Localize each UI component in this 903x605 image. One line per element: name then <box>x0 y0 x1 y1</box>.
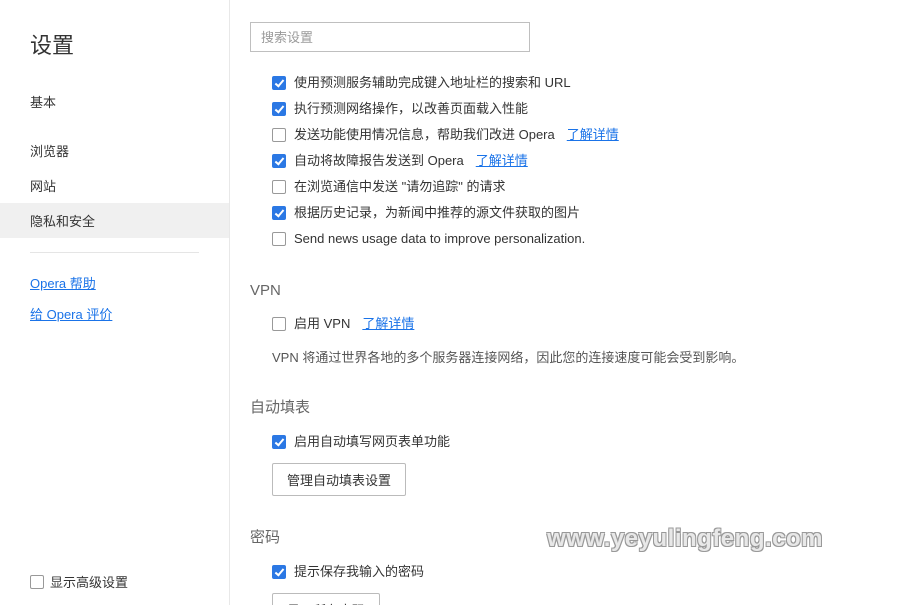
vpn-section: VPN 启用 VPN 了解详情 VPN 将通过世界各地的多个服务器连接网络，因此… <box>250 278 883 366</box>
sidebar: 设置 基本 浏览器 网站 隐私和安全 Opera 帮助 给 Opera 评价 显… <box>0 0 230 605</box>
search-input[interactable] <box>250 22 530 52</box>
nav-sites[interactable]: 网站 <box>0 168 229 203</box>
privacy-check-2[interactable]: 执行预测网络操作，以改善页面载入性能 <box>250 96 883 122</box>
divider <box>30 252 199 253</box>
autofill-title: 自动填表 <box>250 392 883 429</box>
advanced-checkbox[interactable] <box>30 575 44 589</box>
privacy-check-7[interactable]: Send news usage data to improve personal… <box>250 226 883 252</box>
main-content: 使用预测服务辅助完成键入地址栏的搜索和 URL 执行预测网络操作，以改善页面载入… <box>230 0 903 605</box>
autofill-enable-row[interactable]: 启用自动填写网页表单功能 <box>250 429 883 455</box>
learn-more-link[interactable]: 了解详情 <box>476 151 528 171</box>
checkbox-label: 启用 VPN <box>294 314 350 334</box>
password-prompt-row[interactable]: 提示保存我输入的密码 <box>250 559 883 585</box>
checkbox[interactable] <box>272 565 286 579</box>
privacy-check-3[interactable]: 发送功能使用情况信息，帮助我们改进 Opera 了解详情 <box>250 122 883 148</box>
show-passwords-button[interactable]: 显示所有密码 <box>272 593 380 605</box>
nav-basic[interactable]: 基本 <box>0 84 229 119</box>
checkbox-label: 在浏览通信中发送 "请勿追踪" 的请求 <box>294 177 505 197</box>
checkbox-label: 使用预测服务辅助完成键入地址栏的搜索和 URL <box>294 73 571 93</box>
checkbox-label: 执行预测网络操作，以改善页面载入性能 <box>294 99 528 119</box>
privacy-check-4[interactable]: 自动将故障报告发送到 Opera 了解详情 <box>250 148 883 174</box>
passwords-title: 密码 <box>250 522 883 559</box>
passwords-section: 密码 提示保存我输入的密码 显示所有密码 <box>250 522 883 605</box>
learn-more-link[interactable]: 了解详情 <box>567 125 619 145</box>
rate-link[interactable]: 给 Opera 评价 <box>0 298 229 329</box>
manage-autofill-button[interactable]: 管理自动填表设置 <box>272 463 406 496</box>
checkbox[interactable] <box>272 128 286 142</box>
checkbox-label: 启用自动填写网页表单功能 <box>294 432 450 452</box>
checkbox[interactable] <box>272 102 286 116</box>
checkbox-label: 提示保存我输入的密码 <box>294 562 424 582</box>
nav-browser[interactable]: 浏览器 <box>0 133 229 168</box>
advanced-label: 显示高级设置 <box>50 572 128 591</box>
checkbox-label: Send news usage data to improve personal… <box>294 229 585 249</box>
page-title: 设置 <box>0 20 229 84</box>
checkbox-label: 自动将故障报告发送到 Opera <box>294 151 464 171</box>
help-link[interactable]: Opera 帮助 <box>0 267 229 298</box>
nav-privacy[interactable]: 隐私和安全 <box>0 203 229 238</box>
privacy-check-5[interactable]: 在浏览通信中发送 "请勿追踪" 的请求 <box>250 174 883 200</box>
checkbox-label: 根据历史记录，为新闻中推荐的源文件获取的图片 <box>294 203 580 223</box>
checkbox[interactable] <box>272 180 286 194</box>
checkbox[interactable] <box>272 206 286 220</box>
learn-more-link[interactable]: 了解详情 <box>362 314 414 334</box>
vpn-desc: VPN 将通过世界各地的多个服务器连接网络，因此您的连接速度可能会受到影响。 <box>250 337 883 366</box>
privacy-section: 使用预测服务辅助完成键入地址栏的搜索和 URL 执行预测网络操作，以改善页面载入… <box>250 70 883 252</box>
checkbox[interactable] <box>272 154 286 168</box>
privacy-check-1[interactable]: 使用预测服务辅助完成键入地址栏的搜索和 URL <box>250 70 883 96</box>
autofill-section: 自动填表 启用自动填写网页表单功能 管理自动填表设置 <box>250 392 883 496</box>
checkbox[interactable] <box>272 317 286 331</box>
checkbox[interactable] <box>272 232 286 246</box>
advanced-settings-row[interactable]: 显示高级设置 <box>0 572 229 605</box>
search-row <box>250 0 883 70</box>
vpn-enable-row[interactable]: 启用 VPN 了解详情 <box>250 311 883 337</box>
sidebar-nav: 基本 浏览器 网站 隐私和安全 Opera 帮助 给 Opera 评价 <box>0 84 229 329</box>
checkbox-label: 发送功能使用情况信息，帮助我们改进 Opera <box>294 125 555 145</box>
vpn-title: VPN <box>250 278 883 311</box>
checkbox[interactable] <box>272 76 286 90</box>
privacy-check-6[interactable]: 根据历史记录，为新闻中推荐的源文件获取的图片 <box>250 200 883 226</box>
checkbox[interactable] <box>272 435 286 449</box>
